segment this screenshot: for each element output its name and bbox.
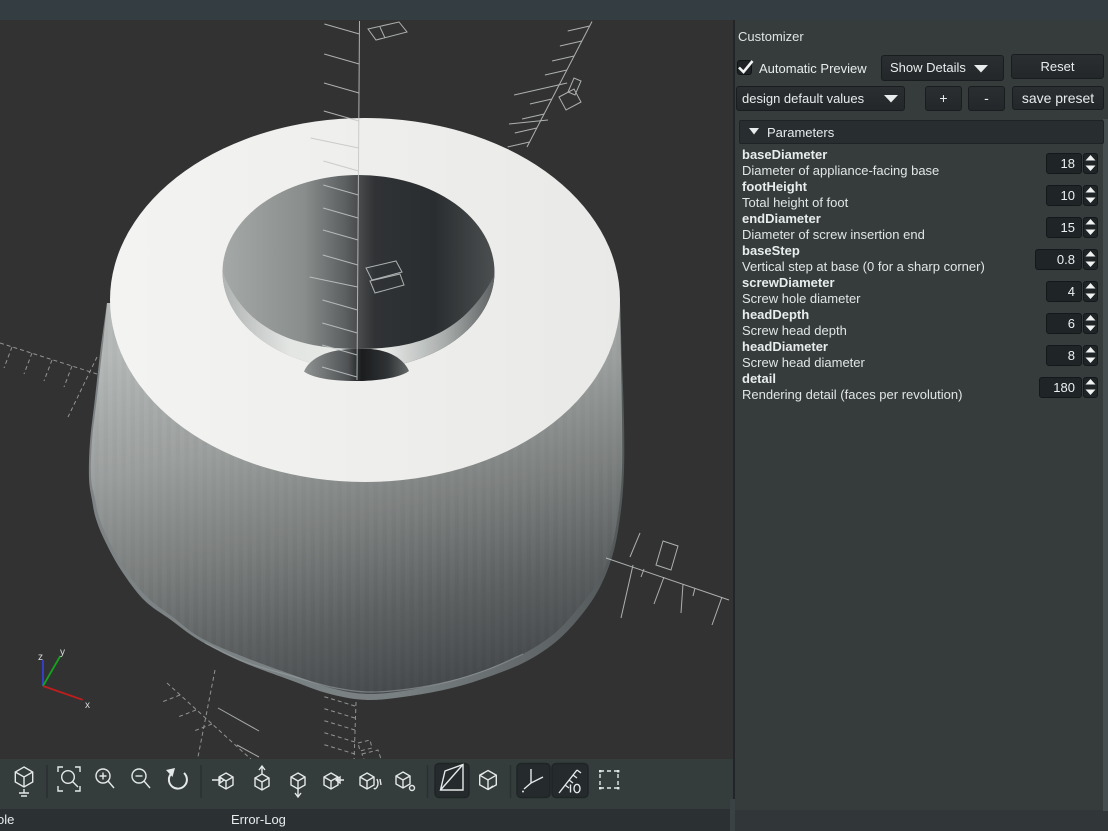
- svg-text:x: x: [85, 700, 90, 711]
- svg-text:z: z: [38, 652, 43, 663]
- svg-text:y: y: [60, 647, 65, 658]
